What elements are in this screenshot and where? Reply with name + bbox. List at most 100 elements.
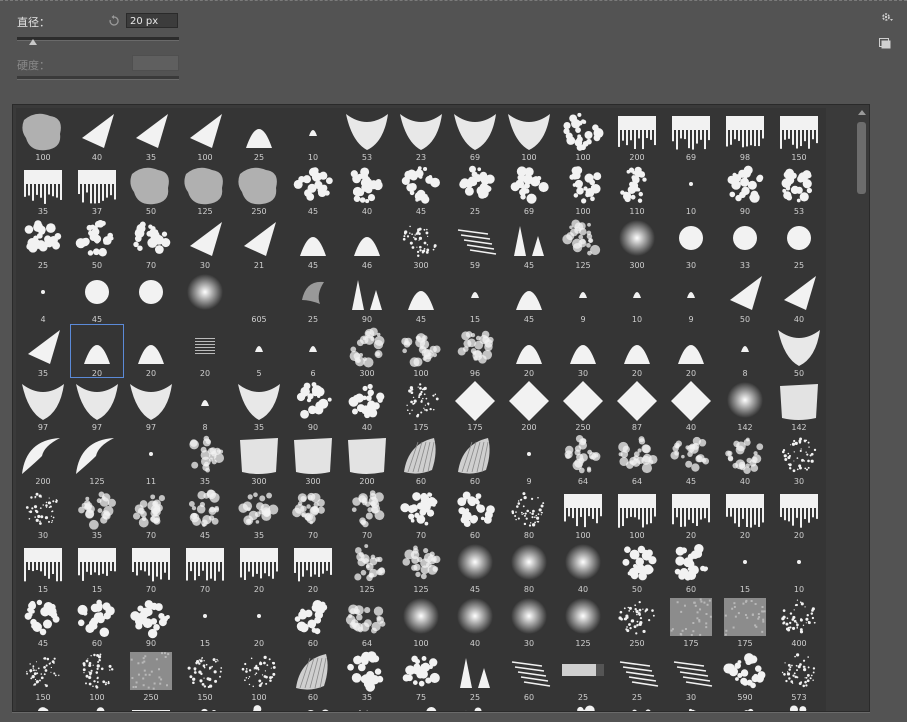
brush-preset[interactable]: 150 — [16, 648, 70, 702]
brush-preset[interactable] — [340, 702, 394, 711]
brush-preset[interactable]: 70 — [124, 486, 178, 540]
brush-preset[interactable]: 70 — [124, 540, 178, 594]
new-preset-icon[interactable] — [879, 38, 891, 49]
brush-preset[interactable]: 30 — [556, 324, 610, 378]
brush-preset[interactable]: 10 — [664, 162, 718, 216]
brush-preset[interactable]: 25 — [16, 216, 70, 270]
brush-preset[interactable]: 60 — [664, 540, 718, 594]
brush-preset[interactable]: 9 — [664, 270, 718, 324]
brush-preset[interactable]: 175 — [718, 594, 772, 648]
brush-preset[interactable]: 30 — [664, 648, 718, 702]
brush-preset[interactable]: 35 — [16, 162, 70, 216]
brush-preset[interactable]: 33 — [718, 216, 772, 270]
brush-preset[interactable]: 23 — [394, 108, 448, 162]
brush-preset[interactable]: 35 — [16, 324, 70, 378]
brush-preset[interactable]: 64 — [610, 432, 664, 486]
brush-preset[interactable]: 30 — [772, 432, 826, 486]
brush-preset[interactable] — [718, 702, 772, 711]
brush-preset[interactable]: 60 — [448, 486, 502, 540]
brush-preset[interactable]: 96 — [448, 324, 502, 378]
brush-preset[interactable] — [286, 702, 340, 711]
brush-preset[interactable]: 35 — [178, 432, 232, 486]
brush-preset[interactable]: 5 — [232, 324, 286, 378]
brush-preset[interactable]: 64 — [556, 432, 610, 486]
brush-preset[interactable]: 40 — [556, 540, 610, 594]
brush-preset[interactable]: 97 — [70, 378, 124, 432]
brush-preset[interactable]: 80 — [502, 540, 556, 594]
brush-preset[interactable]: 45 — [502, 216, 556, 270]
brush-preset[interactable]: 100 — [556, 108, 610, 162]
brush-preset[interactable]: 175 — [394, 378, 448, 432]
brush-preset[interactable]: 25 — [772, 216, 826, 270]
brush-preset[interactable]: 64 — [340, 594, 394, 648]
brush-preset[interactable]: 125 — [394, 540, 448, 594]
brush-preset[interactable]: 45 — [664, 432, 718, 486]
brush-preset[interactable]: 20 — [124, 324, 178, 378]
brush-preset[interactable]: 125 — [340, 540, 394, 594]
brush-preset[interactable]: 100 — [556, 486, 610, 540]
brush-preset[interactable]: 11 — [124, 432, 178, 486]
brush-preset[interactable]: 100 — [394, 324, 448, 378]
brush-preset[interactable]: 15 — [16, 540, 70, 594]
brush-preset[interactable]: 20 — [178, 324, 232, 378]
brush-preset[interactable]: 150 — [178, 648, 232, 702]
brush-preset[interactable]: 300 — [232, 432, 286, 486]
brush-preset[interactable]: 200 — [610, 108, 664, 162]
brush-preset[interactable]: 9 — [556, 270, 610, 324]
brush-preset[interactable]: 97 — [124, 378, 178, 432]
brush-preset[interactable]: 35 — [232, 486, 286, 540]
brush-preset[interactable]: 20 — [232, 540, 286, 594]
brush-preset[interactable]: 40 — [772, 270, 826, 324]
brush-preset[interactable]: 200 — [340, 432, 394, 486]
brush-preset[interactable]: 20 — [718, 486, 772, 540]
brush-preset[interactable]: 40 — [70, 108, 124, 162]
brush-preset[interactable] — [664, 702, 718, 711]
brush-preset[interactable]: 9 — [502, 432, 556, 486]
brush-preset[interactable]: 250 — [556, 378, 610, 432]
brush-preset[interactable]: 100 — [394, 594, 448, 648]
brush-preset[interactable]: 25 — [556, 648, 610, 702]
brush-preset[interactable] — [232, 702, 286, 711]
brush-preset[interactable]: 10 — [286, 108, 340, 162]
brush-preset[interactable]: 30 — [502, 594, 556, 648]
brush-preset[interactable]: 45 — [448, 540, 502, 594]
brush-preset[interactable]: 110 — [610, 162, 664, 216]
brush-preset[interactable]: 100 — [178, 108, 232, 162]
brush-preset[interactable]: 20 — [664, 324, 718, 378]
brush-preset[interactable]: 35 — [340, 648, 394, 702]
brush-preset[interactable] — [70, 702, 124, 711]
brush-preset[interactable]: 53 — [772, 162, 826, 216]
brush-preset[interactable]: 53 — [340, 108, 394, 162]
hardness-slider[interactable] — [17, 76, 179, 80]
brush-preset[interactable]: 30 — [16, 486, 70, 540]
brush-preset[interactable]: 200 — [16, 432, 70, 486]
brush-preset[interactable]: 40 — [448, 594, 502, 648]
size-input[interactable]: 20 px — [126, 13, 178, 28]
brush-preset[interactable]: 250 — [124, 648, 178, 702]
brush-preset[interactable]: 25 — [448, 648, 502, 702]
brush-preset[interactable]: 125 — [556, 594, 610, 648]
brush-preset[interactable] — [502, 702, 556, 711]
brush-preset[interactable]: 100 — [502, 108, 556, 162]
brush-preset[interactable]: 50 — [772, 324, 826, 378]
brush-preset[interactable]: 35 — [124, 108, 178, 162]
brush-preset[interactable]: 8 — [718, 324, 772, 378]
brush-preset[interactable]: 90 — [718, 162, 772, 216]
brush-preset[interactable]: 69 — [664, 108, 718, 162]
brush-preset[interactable]: 40 — [664, 378, 718, 432]
brush-preset[interactable]: 35 — [232, 378, 286, 432]
brush-preset[interactable]: 142 — [772, 378, 826, 432]
brush-preset[interactable]: 60 — [448, 432, 502, 486]
brush-preset[interactable]: 20 — [286, 540, 340, 594]
brush-preset[interactable]: 75 — [394, 648, 448, 702]
brush-preset[interactable]: 46 — [340, 216, 394, 270]
brush-preset[interactable] — [394, 702, 448, 711]
brush-preset[interactable] — [448, 702, 502, 711]
scrollbar-thumb[interactable] — [857, 122, 866, 194]
brush-preset[interactable]: 37 — [70, 162, 124, 216]
brush-preset[interactable]: 8 — [178, 378, 232, 432]
reset-icon[interactable] — [107, 14, 121, 28]
brush-preset[interactable]: 25 — [610, 648, 664, 702]
brush-preset[interactable]: 10 — [610, 270, 664, 324]
brush-preset[interactable]: 573 — [772, 648, 826, 702]
